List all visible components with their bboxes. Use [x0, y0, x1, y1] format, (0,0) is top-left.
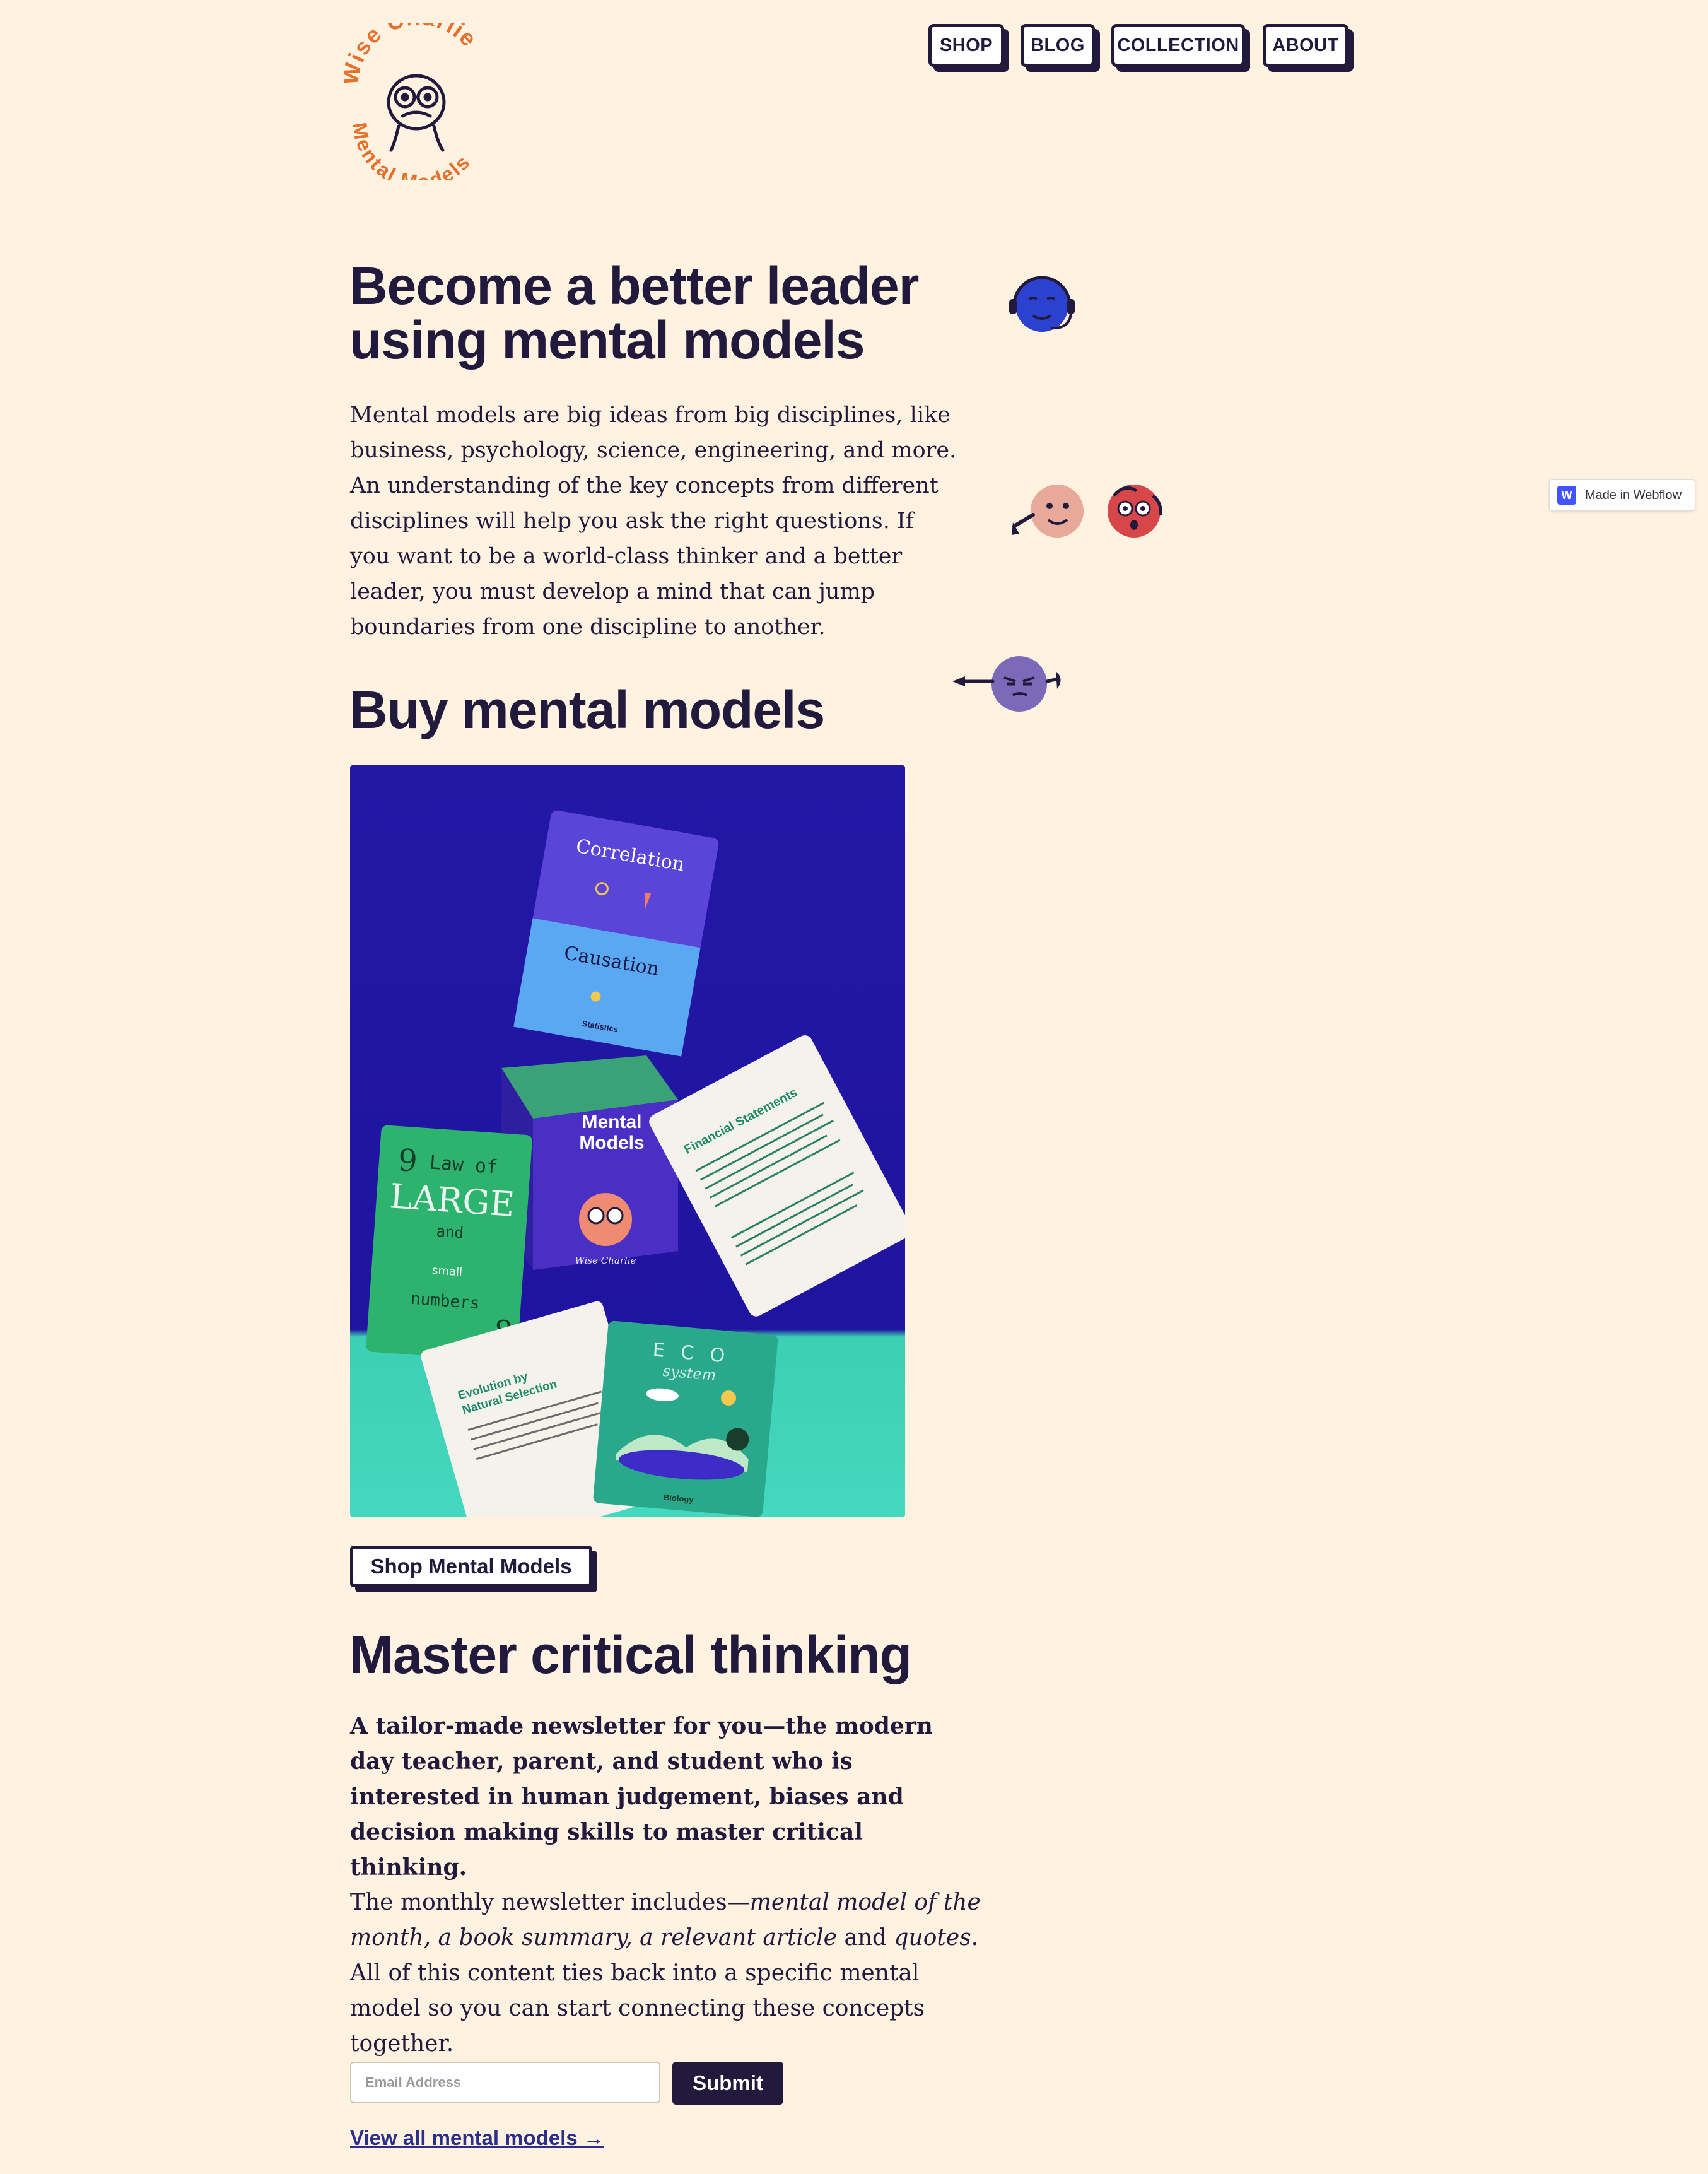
- svg-text:9: 9: [397, 1143, 418, 1179]
- hero-title: Become a better leader using mental mode…: [349, 259, 980, 367]
- webflow-logo-icon: W: [1557, 486, 1576, 505]
- box-brand: Wise Charlie: [575, 1255, 636, 1266]
- newsletter-lead: A tailor-made newsletter for you—the mod…: [350, 1713, 933, 1881]
- hero-paragraph: Mental models are big ideas from big dis…: [350, 402, 957, 640]
- logo-graphic: Wise Charlie Mental Models: [337, 4, 481, 194]
- nav-about[interactable]: ABOUT: [1263, 24, 1348, 67]
- email-field[interactable]: [350, 2062, 660, 2103]
- law-line-3: and: [436, 1222, 464, 1242]
- buy-heading: Buy mental models: [349, 680, 825, 739]
- box-title-1: Mental: [582, 1112, 641, 1132]
- headset-character-icon: [1009, 276, 1075, 332]
- card-law-of-large-numbers: 9 Law of LARGE and small numbers 8: [366, 1125, 532, 1362]
- submit-button[interactable]: Submit: [672, 2062, 783, 2105]
- grumpy-character-icon: [952, 656, 1061, 712]
- newsletter-body: The monthly newsletter includes—mental m…: [350, 1885, 981, 2062]
- product-photo: Correlation Causation Statistics Mental …: [350, 765, 905, 1517]
- brand-logo[interactable]: Wise Charlie Mental Models: [337, 4, 492, 194]
- box-title-2: Models: [579, 1132, 644, 1153]
- newsletter-body-part-2: and: [836, 1925, 894, 1951]
- nav-shop[interactable]: SHOP: [928, 24, 1004, 67]
- law-line-4: small: [431, 1264, 462, 1279]
- alarmed-character-icon: [1108, 485, 1162, 538]
- newsletter-heading: Master critical thinking: [349, 1625, 912, 1684]
- shop-mental-models-button[interactable]: Shop Mental Models: [350, 1546, 592, 1587]
- newsletter-body-em-2: quotes: [894, 1925, 971, 1951]
- product-photo-graphic: Correlation Causation Statistics Mental …: [350, 765, 905, 1517]
- view-all-mental-models-link[interactable]: View all mental models →: [350, 2126, 604, 2150]
- newsletter-body-part-1: The monthly newsletter includes—: [350, 1889, 750, 1915]
- nav-collection[interactable]: COLLECTION: [1111, 24, 1245, 67]
- charlie-face-icon: [387, 74, 446, 152]
- nav-blog[interactable]: BLOG: [1021, 24, 1095, 67]
- hero-title-line-2: using mental models: [349, 310, 865, 370]
- made-in-webflow-badge[interactable]: W Made in Webflow: [1549, 479, 1695, 511]
- card-ecosystem: E C O system Biology: [593, 1320, 778, 1517]
- pen-character-icon: [1012, 485, 1084, 538]
- webflow-badge-label: Made in Webflow: [1585, 488, 1682, 502]
- hero-title-line-1: Become a better leader: [349, 256, 919, 315]
